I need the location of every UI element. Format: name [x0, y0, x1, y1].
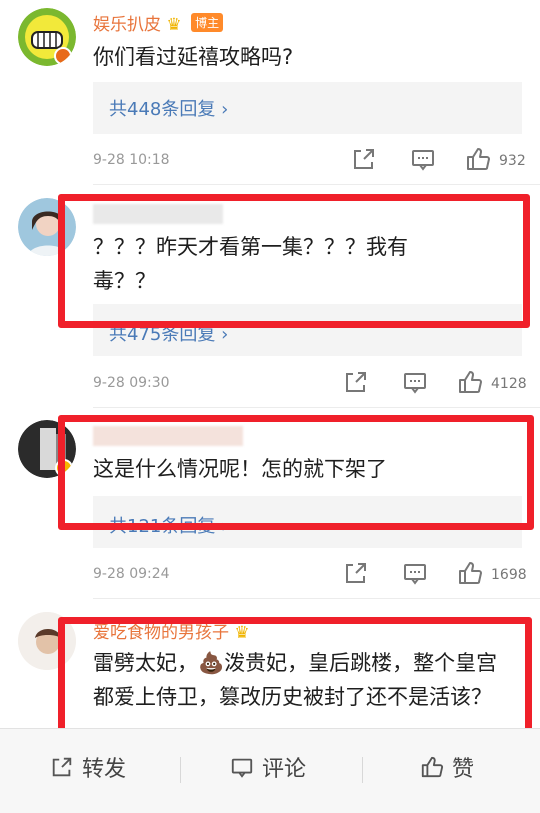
- user-photo-icon: [18, 198, 76, 256]
- crown-icon: ♛: [234, 623, 250, 643]
- comment-icon[interactable]: [402, 560, 430, 588]
- thumbs-up-icon[interactable]: [465, 146, 493, 174]
- thumbs-up-icon[interactable]: [457, 369, 485, 397]
- avatar[interactable]: [18, 612, 76, 670]
- timestamp: 9-28 09:24: [93, 566, 170, 582]
- comment-meta: 9-28 10:18 932: [93, 146, 526, 176]
- avatar[interactable]: [18, 8, 76, 66]
- view-replies-link[interactable]: 共121条回复 ›: [109, 512, 228, 538]
- divider: [93, 407, 540, 408]
- thumbs-up-icon: [421, 756, 444, 778]
- repost-button[interactable]: 转发: [50, 751, 126, 783]
- reply-box[interactable]: 共448条回复 ›: [93, 82, 522, 134]
- timestamp: 9-28 09:30: [93, 375, 170, 391]
- blurred-username: [93, 204, 223, 224]
- comment-icon: [231, 758, 253, 778]
- share-icon[interactable]: [343, 369, 371, 397]
- user-photo-icon: [18, 420, 76, 478]
- comment-text: 这是什么情况呢！怎的就下架了: [93, 457, 387, 481]
- smiley-avatar-icon: [18, 8, 76, 66]
- comment-text: 雷劈太妃，💩泼贵妃，皇后跳楼，整个皇宫都爱上侍卫，篡改历史被封了还不是活该？: [93, 651, 498, 709]
- blogger-badge: 博主: [191, 13, 224, 32]
- username[interactable]: 爱吃食物的男孩子 ♛: [93, 618, 250, 643]
- bottom-action-bar: 转发 评论 赞: [0, 728, 540, 813]
- user-photo-icon: [18, 612, 76, 670]
- thumbs-up-icon[interactable]: [457, 560, 485, 588]
- divider: [93, 184, 540, 185]
- like-button[interactable]: 赞: [420, 751, 474, 783]
- reply-box[interactable]: 共121条回复 ›: [93, 496, 522, 548]
- reply-box[interactable]: 共475条回复 ›: [93, 304, 522, 356]
- comment-icon[interactable]: [402, 369, 430, 397]
- view-replies-link[interactable]: 共448条回复 ›: [109, 95, 228, 121]
- like-count: 4128: [491, 376, 527, 392]
- like-count: 932: [499, 153, 526, 169]
- divider: [93, 598, 540, 599]
- timestamp: 9-28 10:18: [93, 152, 170, 168]
- avatar[interactable]: [18, 198, 76, 256]
- separator: [180, 757, 181, 783]
- share-icon[interactable]: [351, 146, 379, 174]
- blurred-username: [93, 426, 243, 446]
- comment-text: ？？？昨天才看第一集？？？我有毒？？: [93, 235, 408, 293]
- comment-text: 你们看过延禧攻略吗?: [93, 45, 294, 69]
- repost-icon: [52, 757, 72, 777]
- comment-button[interactable]: 评论: [230, 751, 306, 783]
- comment-icon[interactable]: [410, 146, 438, 174]
- username[interactable]: 娱乐扒皮 ♛ 博主: [93, 10, 224, 35]
- view-replies-link[interactable]: 共475条回复 ›: [109, 320, 228, 346]
- avatar[interactable]: [18, 420, 76, 478]
- crown-icon: ♛: [166, 15, 182, 35]
- comment-meta: 9-28 09:30 4128: [93, 369, 527, 399]
- like-count: 1698: [491, 567, 527, 583]
- share-icon[interactable]: [343, 560, 371, 588]
- comment-meta: 9-28 09:24 1698: [93, 560, 527, 590]
- separator: [362, 757, 363, 783]
